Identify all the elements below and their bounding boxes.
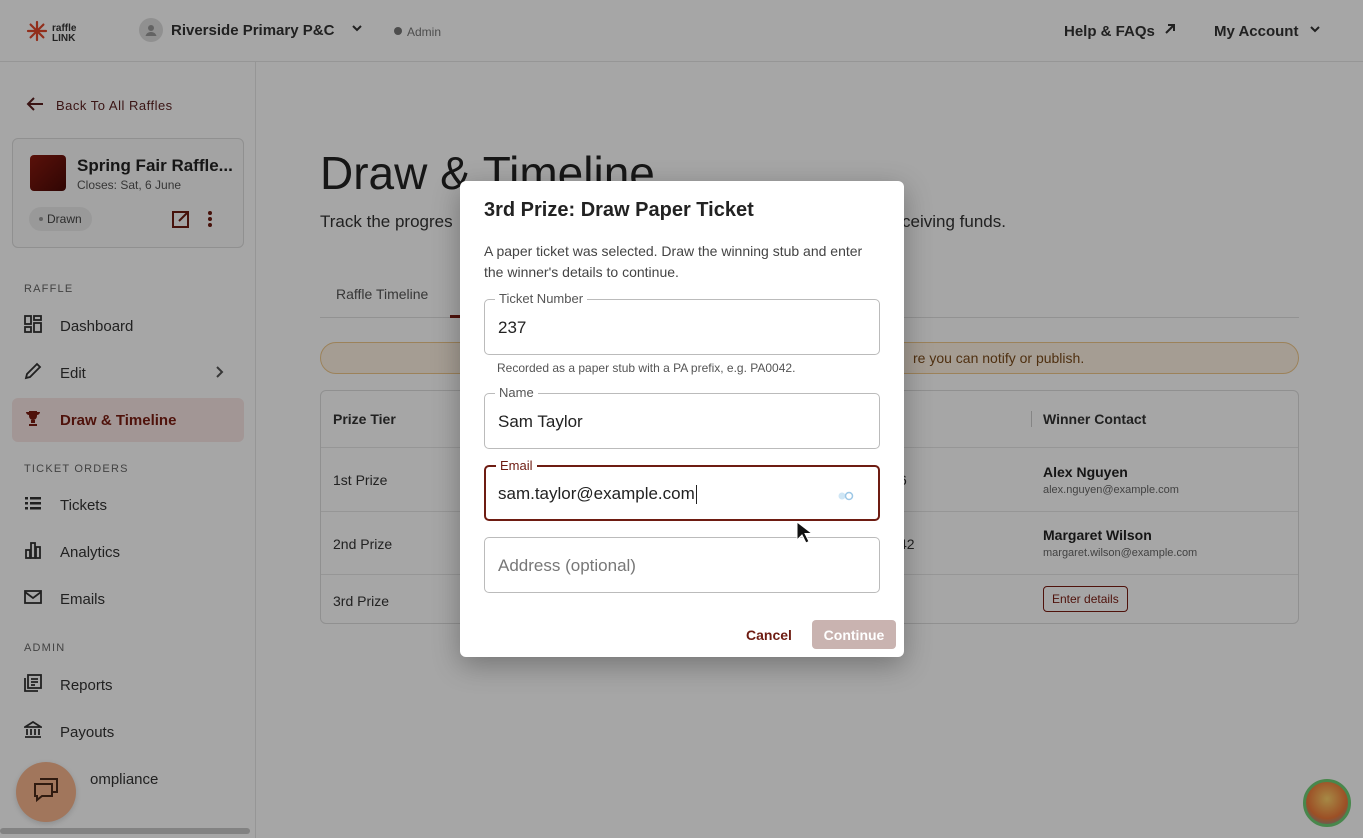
email-value: sam.taylor@example.com xyxy=(498,484,695,503)
autofill-icon[interactable] xyxy=(836,488,856,506)
address-field[interactable]: Address (optional) xyxy=(484,537,880,593)
dialog-description: A paper ticket was selected. Draw the wi… xyxy=(484,243,863,280)
cancel-button[interactable]: Cancel xyxy=(746,627,792,643)
dialog-title: 3rd Prize: Draw Paper Ticket xyxy=(484,199,754,221)
draw-paper-ticket-dialog: 3rd Prize: Draw Paper Ticket A paper tic… xyxy=(460,181,904,657)
ticket-number-label: Ticket Number xyxy=(495,291,588,306)
address-placeholder: Address (optional) xyxy=(498,556,636,575)
name-label: Name xyxy=(495,385,538,400)
ticket-number-value: 237 xyxy=(498,318,527,337)
name-value: Sam Taylor xyxy=(498,412,583,431)
email-field[interactable]: Email sam.taylor@example.com xyxy=(484,458,880,521)
continue-button[interactable]: Continue xyxy=(812,620,896,649)
text-caret xyxy=(695,485,697,505)
mouse-cursor-icon xyxy=(796,520,814,550)
email-label: Email xyxy=(496,458,537,473)
email-value-wrapper: sam.taylor@example.com xyxy=(498,484,697,505)
name-field[interactable]: Name Sam Taylor xyxy=(484,385,880,449)
ticket-number-helper: Recorded as a paper stub with a PA prefi… xyxy=(497,361,796,375)
ticket-number-field[interactable]: Ticket Number 237 xyxy=(484,291,880,355)
